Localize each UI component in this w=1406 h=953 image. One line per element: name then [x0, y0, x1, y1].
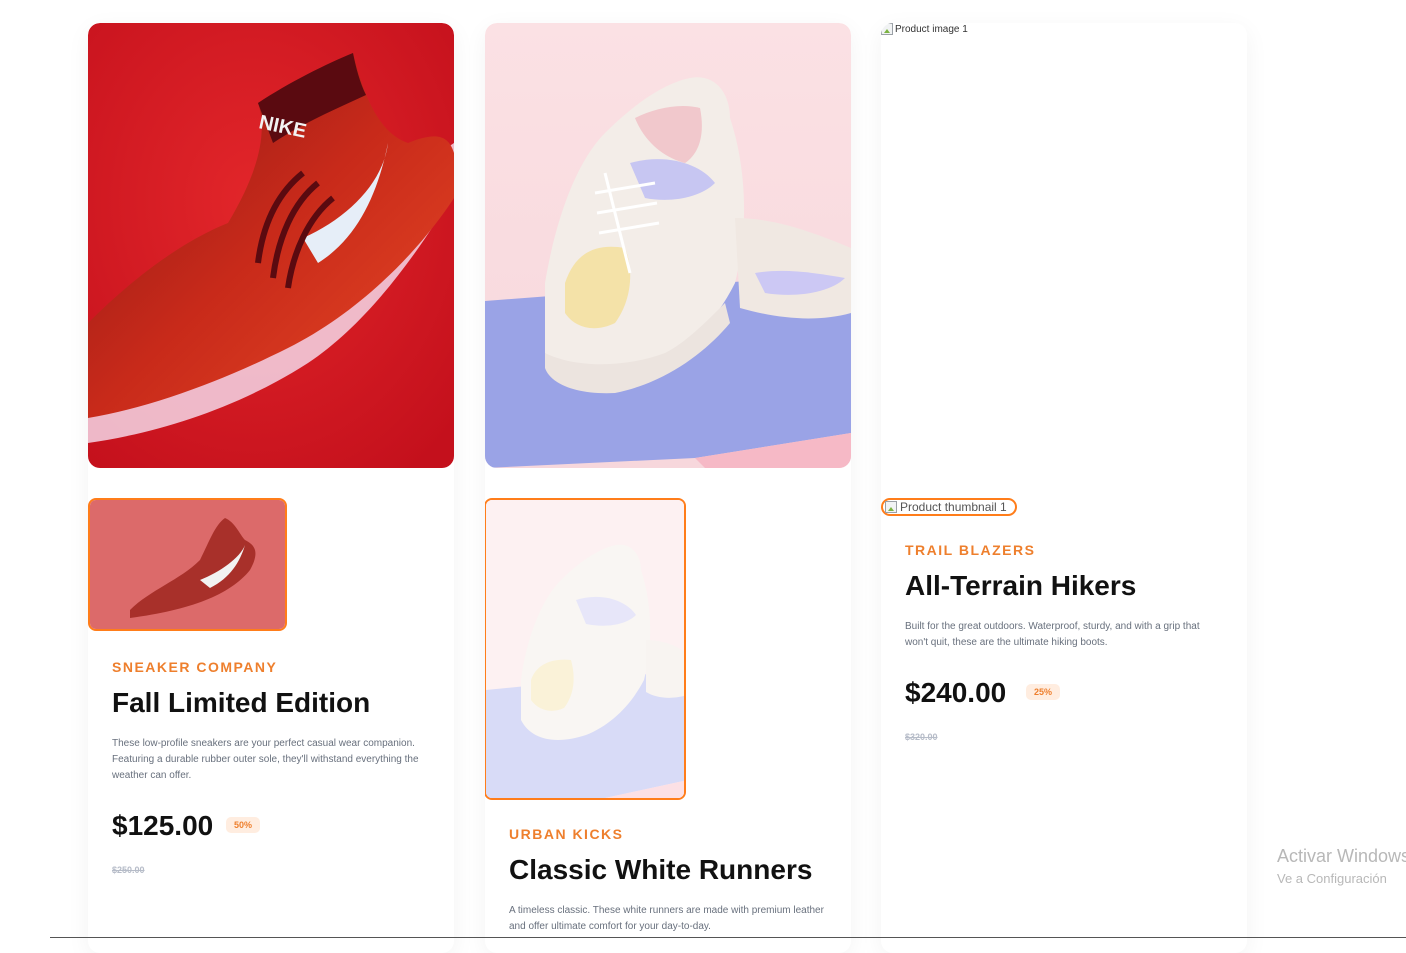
old-price: $250.00: [112, 865, 145, 875]
windows-activation-watermark: Activar Windows Ve a Configuración: [1277, 846, 1406, 886]
product-thumbnail-1[interactable]: [485, 498, 686, 800]
product-main-image[interactable]: Product image 1: [881, 23, 968, 35]
old-price: $320.00: [905, 732, 938, 742]
desc-wrap: Built for the great outdoors. Waterproof…: [905, 619, 1223, 651]
title-wrap: Classic White Runners: [509, 854, 827, 886]
broken-image-icon: [881, 23, 893, 35]
company-name: SNEAKER COMPANY: [112, 659, 278, 675]
company-name: URBAN KICKS: [509, 826, 624, 842]
product-card-3: Product image 1 Product thumbnail 1 TRAI…: [881, 23, 1247, 953]
broken-image-icon: [885, 501, 897, 513]
price-row: $240.00 25%: [905, 677, 1247, 713]
old-price-wrap: $320.00: [905, 727, 1223, 745]
old-price-wrap: $250.00: [112, 860, 430, 878]
current-price: $240.00: [905, 677, 1007, 708]
company-name: TRAIL BLAZERS: [905, 542, 1036, 558]
product-title: Fall Limited Edition: [112, 687, 371, 718]
desc-wrap: A timeless classic. These white runners …: [509, 903, 827, 935]
product-main-image[interactable]: [485, 23, 851, 468]
watermark-subtitle: Ve a Configuración: [1277, 871, 1387, 886]
product-description: These low-profile sneakers are your perf…: [112, 738, 419, 781]
discount-badge: 50%: [226, 817, 261, 833]
product-title: All-Terrain Hikers: [905, 570, 1137, 601]
discount-badge: 25%: [1026, 684, 1061, 700]
product-info: SNEAKER COMPANY: [112, 659, 430, 675]
product-description: Built for the great outdoors. Waterproof…: [905, 621, 1200, 648]
product-description: A timeless classic. These white runners …: [509, 905, 824, 932]
thumbnail-overlay: [486, 500, 684, 798]
product-card-2: URBAN KICKS Classic White Runners A time…: [485, 23, 851, 953]
pastel-sneaker-image: [485, 23, 851, 468]
price-row: $125.00 50%: [112, 810, 454, 846]
product-thumbnail-1[interactable]: [88, 498, 287, 631]
company-wrap: TRAIL BLAZERS: [905, 542, 1223, 558]
product-main-image[interactable]: NIKE: [88, 23, 454, 468]
desc-wrap: These low-profile sneakers are your perf…: [112, 736, 430, 784]
product-card-1: NIKE SNEAKER COMPANY Fall Limited Editio…: [88, 23, 454, 953]
red-sneaker-thumbnail: [90, 500, 285, 629]
watermark-title: Activar Windows: [1277, 846, 1406, 866]
window-bottom-edge: [50, 937, 1406, 938]
product-title: Classic White Runners: [509, 854, 813, 885]
thumbnail-alt-text: Product thumbnail 1: [900, 500, 1007, 514]
red-sneaker-image: NIKE: [88, 23, 454, 468]
title-wrap: All-Terrain Hikers: [905, 570, 1223, 602]
product-thumbnail-1[interactable]: Product thumbnail 1: [881, 498, 1017, 516]
company-wrap: URBAN KICKS: [509, 826, 827, 842]
image-alt-text: Product image 1: [895, 23, 968, 35]
current-price: $125.00: [112, 810, 214, 841]
title-wrap: Fall Limited Edition: [112, 687, 430, 719]
